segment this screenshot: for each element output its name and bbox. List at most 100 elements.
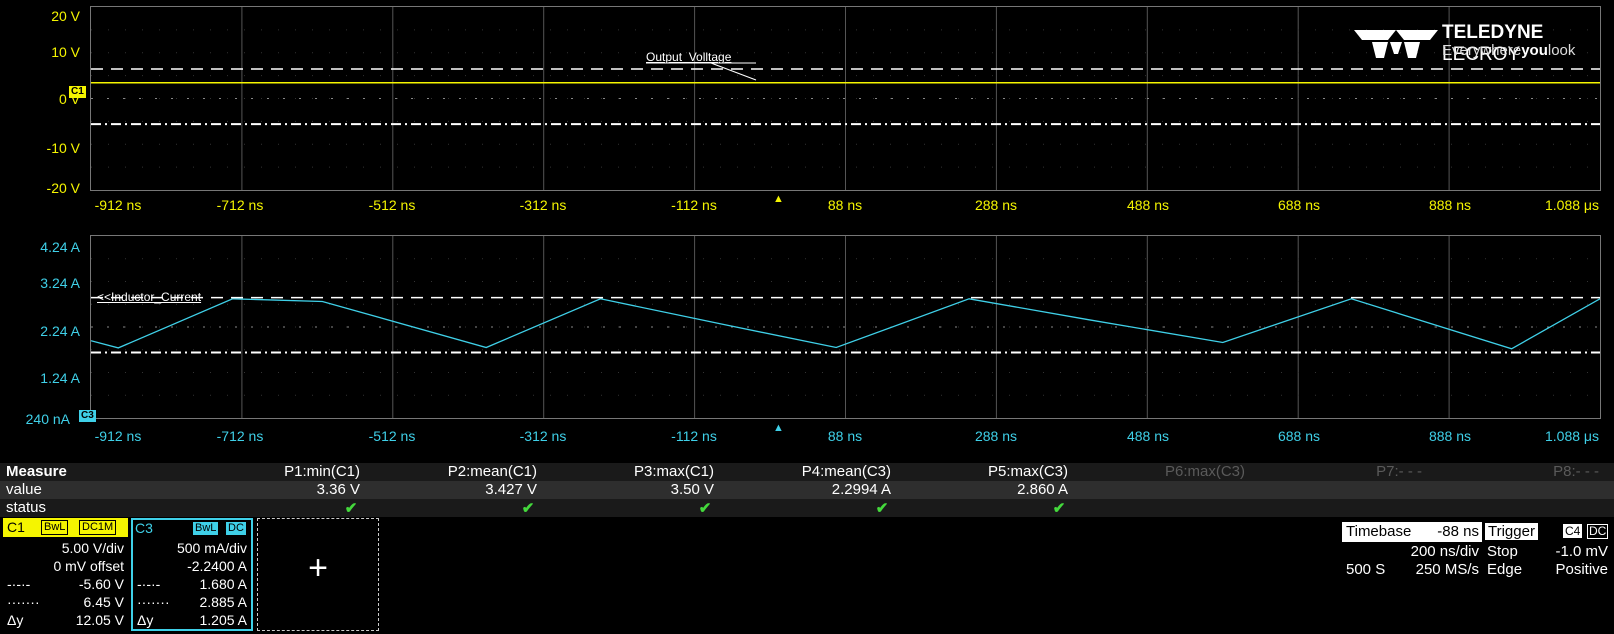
c3-ylabel-1: 3.24 A	[40, 275, 80, 291]
status-row-label: status	[6, 499, 47, 516]
c1-coupling-chip: DC1M	[79, 520, 117, 535]
param-p8-name[interactable]: P8:- - -	[1469, 463, 1599, 480]
trigger-label: Trigger	[1485, 523, 1538, 540]
param-p2-status-check-icon: ✔	[521, 500, 535, 517]
c3-xlabel-10: 1.088 μs	[1545, 428, 1599, 444]
param-p7-name[interactable]: P7:- - -	[1292, 463, 1422, 480]
c3-xlabel-3: -312 ns	[519, 428, 567, 444]
c1-xlabel-1: -712 ns	[216, 197, 264, 213]
param-p5-status-check-icon: ✔	[1052, 500, 1066, 517]
c3-xlabel-7: 488 ns	[1126, 428, 1170, 444]
c3-ground-marker[interactable]: C3	[79, 410, 96, 422]
trigger-type: Edge	[1487, 561, 1523, 578]
timebase-label: Timebase	[1346, 523, 1412, 540]
c1-xlabel-2: -512 ns	[368, 197, 416, 213]
c3-ylabel-3: 1.24 A	[40, 370, 80, 386]
channel1-trace-label: Output_Volltage	[646, 50, 732, 64]
c3-ylabel-2: 2.24 A	[40, 323, 80, 339]
c3-delta-y-value: 1.205 A	[199, 612, 248, 628]
param-p6-name[interactable]: P6:max(C3)	[1115, 463, 1245, 480]
plus-icon: +	[308, 549, 328, 587]
param-p1-name[interactable]: P1:min(C1)	[230, 463, 360, 480]
c1-ylabel-0: 20 V	[51, 8, 80, 24]
param-p2-value: 3.427 V	[485, 481, 537, 498]
c3-descriptor-box[interactable]: C3 BwL DC 500 mA/div -2.2400 A -·-·- 1.68…	[131, 518, 253, 631]
c3-xlabel-6: 288 ns	[974, 428, 1018, 444]
c3-vdiv: 500 mA/div	[176, 540, 247, 556]
c3-coupling-chip: DC	[226, 522, 246, 535]
trigger-coupling: DC	[1587, 524, 1609, 539]
trigger-panel[interactable]: Trigger C4 DC Stop -1.0 mV Edge Positive	[1485, 522, 1609, 578]
measure-status-row: status ✔ ✔ ✔ ✔ ✔	[0, 499, 1614, 517]
c3-offset: -2.2400 A	[187, 558, 247, 574]
trigger-header: Trigger C4 DC	[1485, 522, 1609, 542]
c3-cursor1-symbol: -·-·-	[137, 576, 161, 592]
c1-xlabel-3: -312 ns	[519, 197, 567, 213]
c1-descriptor-header: C1 BwL DC1M	[3, 518, 128, 537]
c3-ylabel-0: 4.24 A	[40, 239, 80, 255]
c3-delta-y-symbol: Δy	[137, 612, 154, 628]
c1-name: C1	[7, 519, 25, 535]
c1-ylabel-1: 10 V	[51, 44, 80, 60]
teledyne-logo-icon	[1354, 30, 1438, 58]
timebase-panel[interactable]: Timebase -88 ns 200 ns/div 500 S 250 MS/…	[1342, 522, 1482, 578]
c1-cursor2-value: 6.45 V	[83, 594, 124, 610]
timebase-header: Timebase -88 ns	[1342, 522, 1482, 542]
param-p4-status-check-icon: ✔	[875, 500, 889, 517]
param-p1-status-check-icon: ✔	[344, 500, 358, 517]
c1-cursor2-symbol: ·······	[7, 594, 40, 610]
c1-ylabel-2: 0 V	[58, 91, 80, 107]
param-p4-value: 2.2994 A	[831, 481, 891, 498]
timebase-samples: 500 S	[1346, 561, 1386, 578]
param-p3-name[interactable]: P3:max(C1)	[584, 463, 714, 480]
c3-xlabel-2: -512 ns	[368, 428, 416, 444]
c1-delta-y-value: 12.05 V	[75, 612, 124, 628]
c1-ylabel-3: -10 V	[46, 140, 80, 156]
teledyne-lecroy-logo: TELEDYNE LECROY Everywhereyoulook	[1354, 20, 1594, 65]
c1-xlabel-10: 1.088 μs	[1545, 197, 1599, 213]
param-p3-status-check-icon: ✔	[698, 500, 712, 517]
trigger-level: -1.0 mV	[1555, 543, 1608, 560]
timebase-delay: -88 ns	[1437, 523, 1479, 540]
c1-trigger-position-marker[interactable]: ▲	[773, 193, 784, 205]
param-p2-name[interactable]: P2:mean(C1)	[407, 463, 537, 480]
channel3-trace-label: <<Inductor_Current	[97, 290, 202, 304]
c1-descriptor-box[interactable]: C1 BwL DC1M 5.00 V/div 0 mV offset -·-·-…	[3, 518, 128, 631]
c1-offset: 0 mV offset	[53, 558, 124, 574]
timebase-rate: 250 MS/s	[1415, 561, 1479, 578]
c1-xlabel-8: 688 ns	[1277, 197, 1321, 213]
trigger-slope: Positive	[1555, 561, 1608, 578]
channel3-plot	[91, 236, 1600, 418]
c3-ylabel-4: 240 nA	[25, 411, 70, 427]
measure-value-row: value 3.36 V 3.427 V 3.50 V 2.2994 A 2.8…	[0, 481, 1614, 499]
param-p3-value: 3.50 V	[670, 481, 714, 498]
c1-xlabel-6: 288 ns	[974, 197, 1018, 213]
c1-xlabel-0: -912 ns	[94, 197, 142, 213]
c1-cursor1-value: -5.60 V	[78, 576, 124, 592]
param-p5-value: 2.860 A	[1017, 481, 1068, 498]
channel3-grid[interactable]: <<Inductor_Current	[90, 235, 1601, 419]
trigger-mode: Stop	[1487, 543, 1518, 560]
c1-ylabel-4: -20 V	[46, 180, 80, 196]
param-p1-value: 3.36 V	[316, 481, 360, 498]
c1-vdiv: 5.00 V/div	[61, 540, 124, 556]
c3-trigger-position-marker[interactable]: ▲	[773, 422, 784, 434]
c1-xlabel-7: 488 ns	[1126, 197, 1170, 213]
trigger-source: C4	[1563, 524, 1583, 538]
c3-cursor2-value: 2.885 A	[199, 594, 248, 610]
value-row-label: value	[6, 481, 42, 498]
param-p5-name[interactable]: P5:max(C3)	[938, 463, 1068, 480]
param-p4-name[interactable]: P4:mean(C3)	[761, 463, 891, 480]
add-trace-button[interactable]: +	[257, 518, 379, 631]
c3-xlabel-8: 688 ns	[1277, 428, 1321, 444]
c1-ground-marker[interactable]: C1	[69, 86, 86, 98]
c3-xlabel-0: -912 ns	[94, 428, 142, 444]
c3-xlabel-1: -712 ns	[216, 428, 264, 444]
c1-delta-y-symbol: Δy	[7, 612, 24, 628]
c3-xlabel-5: 88 ns	[827, 428, 863, 444]
c1-xlabel-4: -112 ns	[671, 197, 717, 213]
c3-cursor2-symbol: ·······	[137, 594, 170, 610]
c1-label-leader	[710, 62, 757, 81]
c3-bwl-chip: BwL	[193, 522, 219, 535]
measure-title[interactable]: Measure	[6, 463, 67, 480]
